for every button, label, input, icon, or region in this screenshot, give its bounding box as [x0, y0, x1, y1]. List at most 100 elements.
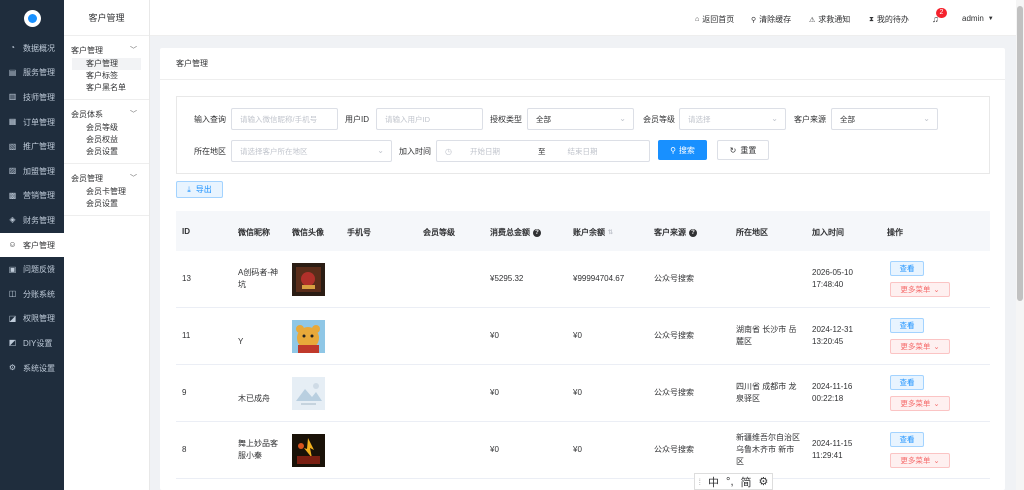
- more-menu-button[interactable]: 更多菜单 ⌄: [890, 396, 950, 411]
- broom-icon: ⚲: [751, 16, 757, 24]
- submenu-group-header[interactable]: 会员体系 ﹀: [64, 106, 149, 122]
- scrollbar-thumb[interactable]: [1017, 6, 1023, 301]
- sidebar-item-8[interactable]: ☺ 客户管理: [0, 232, 64, 258]
- sidebar-item-13[interactable]: ⚙ 系统设置: [0, 356, 64, 381]
- table-row: 8 舞上妙品客 服小秦 ¥0 ¥0 公众号搜索 新疆维吾尔自治区 乌鲁木齐市 新市区 2024-…: [176, 422, 990, 479]
- sidebar-item-11[interactable]: ◪ 权限管理: [0, 307, 64, 332]
- submenu-item[interactable]: 会员卡管理: [64, 186, 149, 198]
- submenu-group-title: 会员管理: [71, 173, 103, 183]
- auth-type-select[interactable]: 全部 ⌄: [527, 108, 634, 130]
- sidebar-item-label: 财务管理: [23, 215, 55, 225]
- search-button[interactable]: ⚲ 搜索: [658, 140, 707, 160]
- sidebar-item-label: 订单管理: [23, 117, 55, 127]
- start-date[interactable]: 开始日期: [470, 146, 530, 157]
- ime-punct[interactable]: °,: [726, 476, 733, 488]
- export-button[interactable]: ⤓ 导出: [176, 181, 223, 198]
- chevron-down-icon: ⌄: [933, 399, 940, 408]
- sidebar-item-10[interactable]: ◫ 分账系统: [0, 282, 64, 307]
- cell-join-time: 2024-11-15 11:29:41: [812, 438, 852, 462]
- submenu-item[interactable]: 会员等级: [64, 122, 149, 134]
- sidebar-item-12[interactable]: ◩ DIY设置: [0, 331, 64, 356]
- ime-lang[interactable]: 中: [708, 474, 719, 490]
- submenu-item[interactable]: 会员设置: [64, 146, 149, 158]
- region-cascader[interactable]: 请选择客户所在地区 ⌄: [231, 140, 392, 162]
- chevron-down-icon: ⌄: [933, 285, 940, 294]
- cell-id: 8: [182, 445, 187, 454]
- date-range-picker[interactable]: ◷ 开始日期 至 结束日期: [436, 140, 650, 162]
- sidebar-item-2[interactable]: ▥ 技师管理: [0, 85, 64, 110]
- sidebar-item-label: 数据概况: [23, 43, 55, 53]
- submenu-item[interactable]: 会员权益: [64, 134, 149, 146]
- cell-balance: ¥0: [573, 445, 582, 454]
- submenu-item[interactable]: 客户管理: [72, 58, 141, 70]
- cell-nickname: A创码者-神坑: [238, 267, 278, 291]
- view-button[interactable]: 查看: [890, 261, 924, 276]
- cell-line: 新疆维吾尔自治区: [736, 433, 800, 442]
- sidebar-item-9[interactable]: ▣ 问题反馈: [0, 257, 64, 282]
- more-menu-button[interactable]: 更多菜单 ⌄: [890, 339, 950, 354]
- sort-icon[interactable]: ⇅: [608, 229, 613, 236]
- sidebar-item-4[interactable]: ▧ 推广管理: [0, 134, 64, 159]
- breadcrumb: 客户管理: [160, 48, 1005, 80]
- split-icon: ◫: [8, 289, 17, 299]
- cell-line: 麓区: [736, 337, 752, 346]
- page-scrollbar[interactable]: [1016, 0, 1024, 490]
- view-button[interactable]: 查看: [890, 432, 924, 447]
- notification-badge: 2: [936, 8, 947, 18]
- cell-line: 11:29:41: [812, 451, 843, 460]
- sidebar-item-6[interactable]: ▩ 营销管理: [0, 184, 64, 209]
- finance-icon: ◈: [9, 215, 16, 225]
- help-circle-icon[interactable]: ?: [533, 228, 541, 237]
- todo-link[interactable]: ⧗ 我的待办: [869, 14, 909, 25]
- submenu-group-header[interactable]: 会员管理 ﹀: [64, 170, 149, 186]
- submenu-item[interactable]: 客户黑名单: [64, 82, 149, 94]
- user-menu[interactable]: admin ▼: [962, 14, 994, 23]
- sidebar-item-0[interactable]: ◔ 数据概况: [0, 36, 64, 61]
- sidebar-item-1[interactable]: ▤ 服务管理: [0, 61, 64, 86]
- more-menu-button[interactable]: 更多菜单 ⌄: [890, 453, 950, 468]
- chevron-up-icon: ﹀: [130, 47, 137, 54]
- sidebar-item-label: 营销管理: [23, 191, 55, 201]
- col-balance[interactable]: 账户余额 ⇅: [573, 227, 613, 238]
- customer-avatar: [292, 263, 325, 296]
- sidebar-item-5[interactable]: ▨ 加盟管理: [0, 159, 64, 184]
- cell-id: 11: [182, 331, 191, 340]
- more-menu-button[interactable]: 更多菜单 ⌄: [890, 282, 950, 297]
- cell-nickname: Y: [238, 336, 243, 348]
- auth-type-label: 授权类型: [490, 115, 522, 124]
- sidebar-item-3[interactable]: ▦ 订单管理: [0, 110, 64, 135]
- app-logo[interactable]: [0, 0, 64, 36]
- sidebar-item-label: DIY设置: [23, 338, 53, 348]
- table-header: ID 微信昵称 微信头像 手机号 会员等级 消费总金额? 账户余额 ⇅ 客户来源?…: [176, 211, 990, 251]
- level-select[interactable]: 请选择 ⌄: [679, 108, 786, 130]
- col-actions: 操作: [887, 228, 903, 237]
- ime-toolbar[interactable]: ⁞ 中 °, 简 ⚙: [694, 473, 773, 490]
- ime-settings-icon[interactable]: ⚙: [759, 475, 769, 488]
- ime-simplified[interactable]: 简: [741, 474, 752, 490]
- help-circle-icon[interactable]: ?: [689, 228, 697, 237]
- cell-line: 坑: [238, 280, 246, 289]
- clear-cache-link[interactable]: ⚲ 清除缓存: [751, 14, 791, 25]
- cell-total: ¥5295.32: [490, 274, 524, 283]
- help-link[interactable]: ⚠ 求救通知: [809, 14, 850, 25]
- view-button[interactable]: 查看: [890, 318, 924, 333]
- reset-button[interactable]: ↻ 重置: [717, 140, 769, 160]
- home-link[interactable]: ⌂ 返回首页: [695, 14, 734, 25]
- cell-region: 四川省 成都市 龙泉驿区: [736, 381, 796, 405]
- cell-line: 2024-11-15: [812, 439, 853, 448]
- query-input[interactable]: 请输入微信昵称/手机号: [231, 108, 338, 130]
- uid-input[interactable]: 请输入用户ID: [376, 108, 483, 130]
- ime-handle[interactable]: ⁞: [699, 477, 702, 487]
- view-button[interactable]: 查看: [890, 375, 924, 390]
- cell-source: 公众号搜索: [654, 331, 694, 340]
- end-date[interactable]: 结束日期: [567, 146, 597, 157]
- filter-panel: 输入查询 请输入微信昵称/手机号 用户ID 请输入用户ID 授权类型 全部 ⌄ 会…: [176, 96, 990, 174]
- chevron-down-icon: ⌄: [933, 342, 940, 351]
- source-select[interactable]: 全部 ⌄: [831, 108, 938, 130]
- cell-total: ¥0: [490, 331, 499, 340]
- sidebar-item-7[interactable]: ◈ 财务管理: [0, 208, 64, 233]
- cell-source: 公众号搜索: [654, 388, 694, 397]
- submenu-item[interactable]: 客户标签: [64, 70, 149, 82]
- submenu-group-header[interactable]: 客户管理 ﹀: [64, 42, 149, 58]
- submenu-item[interactable]: 会员设置: [64, 198, 149, 210]
